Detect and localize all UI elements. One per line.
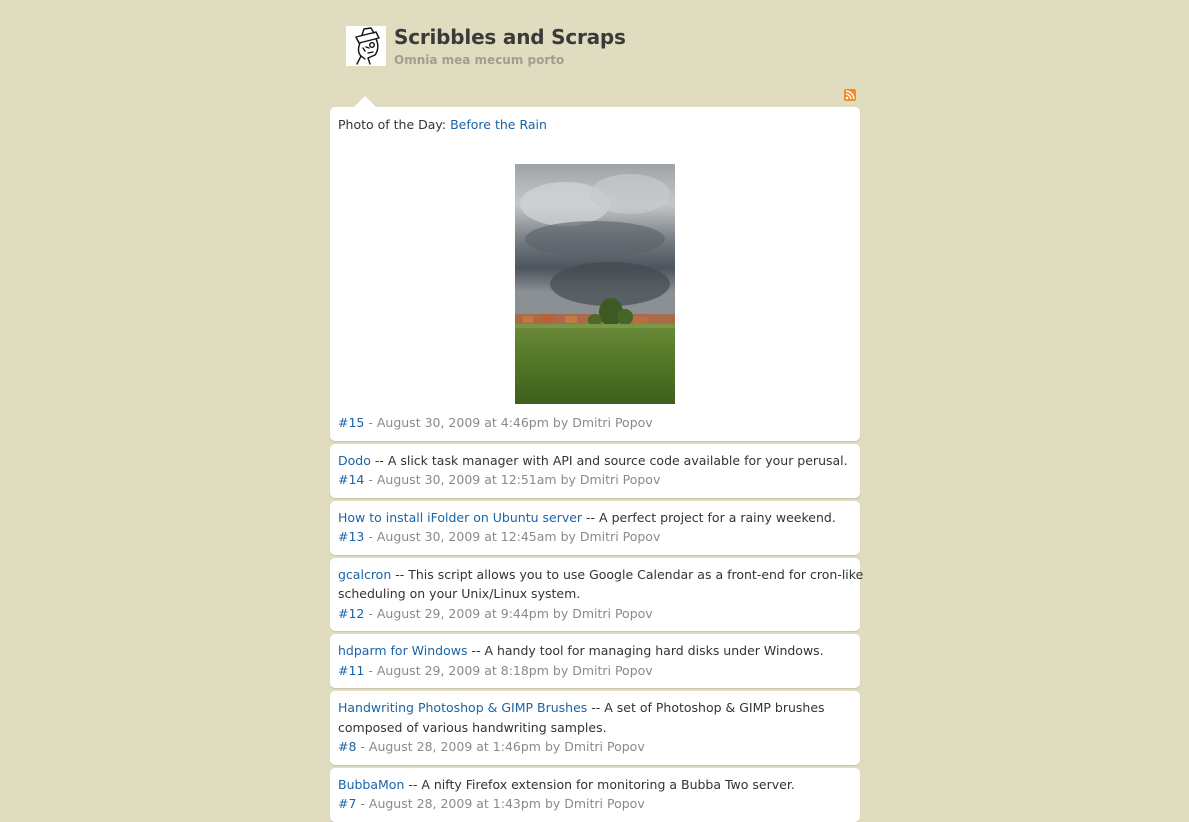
post-meta: - August 29, 2009 at 8:18pm by Dmitri Po…	[364, 663, 653, 678]
post-meta: - August 30, 2009 at 12:45am by Dmitri P…	[364, 529, 661, 544]
post-featured: Photo of the Day: Before the Rain #15 - …	[330, 107, 860, 441]
post-meta: - August 30, 2009 at 12:51am by Dmitri P…	[364, 472, 661, 487]
post-meta-line: #11 - August 29, 2009 at 8:18pm by Dmitr…	[338, 661, 653, 681]
post-item: Handwriting Photoshop & GIMP Brushes -- …	[330, 691, 860, 765]
post-meta-line: #7 - August 28, 2009 at 1:43pm by Dmitri…	[338, 794, 645, 814]
post-item: hdparm for Windows -- A handy tool for m…	[330, 634, 860, 688]
site-title[interactable]: Scribbles and Scraps	[394, 25, 626, 49]
post-title-line: BubbaMon -- A nifty Firefox extension fo…	[338, 775, 795, 795]
post-meta: - August 29, 2009 at 9:44pm by Dmitri Po…	[364, 606, 653, 621]
post-title-line: How to install iFolder on Ubuntu server …	[338, 508, 836, 528]
post-title-line: Handwriting Photoshop & GIMP Brushes -- …	[338, 698, 825, 718]
post-link[interactable]: hdparm for Windows	[338, 643, 467, 658]
post-link[interactable]: Before the Rain	[450, 117, 547, 132]
post-title-line: Dodo -- A slick task manager with API an…	[338, 451, 848, 471]
post-description: -- A slick task manager with API and sou…	[370, 453, 848, 468]
post-item: gcalcron -- This script allows you to us…	[330, 558, 863, 631]
site-logo-sketch-icon[interactable]	[346, 26, 386, 66]
post-description: -- A nifty Firefox extension for monitor…	[404, 777, 795, 792]
post-meta: - August 28, 2009 at 1:46pm by Dmitri Po…	[356, 739, 645, 754]
post-description: -- A handy tool for managing hard disks …	[467, 643, 824, 658]
post-description: -- This script allows you to use Google …	[391, 567, 864, 582]
post-permalink[interactable]: #13	[338, 529, 364, 544]
post-meta-line: #13 - August 30, 2009 at 12:45am by Dmit…	[338, 527, 660, 547]
post-list-pointer	[354, 96, 376, 107]
post-description-continued: scheduling on your Unix/Linux system.	[338, 586, 581, 601]
post-link[interactable]: Handwriting Photoshop & GIMP Brushes	[338, 700, 587, 715]
post-meta-line: #14 - August 30, 2009 at 12:51am by Dmit…	[338, 470, 660, 490]
post-title-line: hdparm for Windows -- A handy tool for m…	[338, 641, 824, 661]
post-permalink[interactable]: #15	[338, 415, 364, 430]
post-meta: - August 30, 2009 at 4:46pm by Dmitri Po…	[364, 415, 653, 430]
post-description-continued: composed of various handwriting samples.	[338, 720, 607, 735]
post-title-prefix: Photo of the Day:	[338, 117, 451, 132]
post-meta-line: #8 - August 28, 2009 at 1:46pm by Dmitri…	[338, 737, 645, 757]
post-title-line: Photo of the Day: Before the Rain	[338, 115, 547, 135]
post-link[interactable]: Dodo	[338, 453, 371, 468]
post-meta-line: #15 - August 30, 2009 at 4:46pm by Dmitr…	[338, 413, 653, 433]
post-meta-line: #12 - August 29, 2009 at 9:44pm by Dmitr…	[338, 604, 653, 624]
post-permalink[interactable]: #11	[338, 663, 364, 678]
post-link[interactable]: gcalcron	[338, 567, 391, 582]
site-tagline: Omnia mea mecum porto	[394, 53, 565, 67]
post-permalink[interactable]: #7	[338, 796, 356, 811]
post-link[interactable]: BubbaMon	[338, 777, 404, 792]
post-link[interactable]: How to install iFolder on Ubuntu server	[338, 510, 582, 525]
post-item: BubbaMon -- A nifty Firefox extension fo…	[330, 768, 860, 822]
post-permalink[interactable]: #14	[338, 472, 364, 487]
post-item: How to install iFolder on Ubuntu server …	[330, 501, 860, 555]
post-item: Dodo -- A slick task manager with API an…	[330, 444, 860, 498]
post-title-line: gcalcron -- This script allows you to us…	[338, 565, 863, 585]
post-description: -- A set of Photoshop & GIMP brushes	[587, 700, 825, 715]
photo-before-the-rain[interactable]	[515, 164, 675, 404]
post-permalink[interactable]: #12	[338, 606, 364, 621]
post-description: -- A perfect project for a rainy weekend…	[582, 510, 836, 525]
rss-feed-icon[interactable]	[844, 89, 856, 101]
post-meta: - August 28, 2009 at 1:43pm by Dmitri Po…	[356, 796, 645, 811]
post-permalink[interactable]: #8	[338, 739, 356, 754]
